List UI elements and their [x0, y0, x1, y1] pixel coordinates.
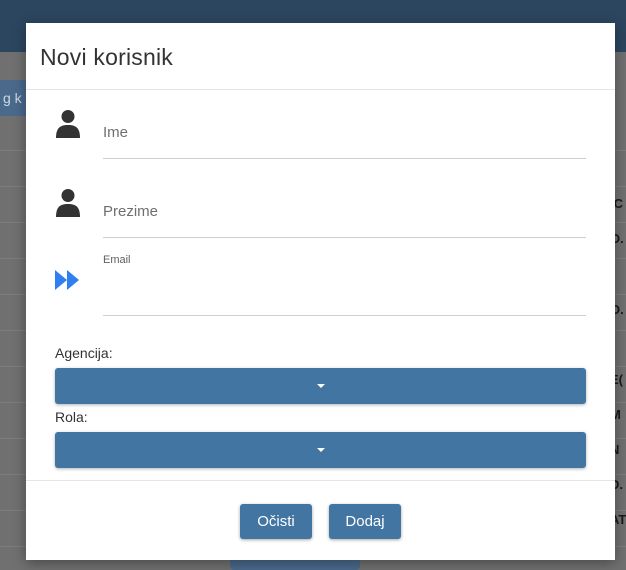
modal-title: Novi korisnik: [40, 44, 173, 70]
role-select[interactable]: [55, 432, 586, 468]
modal-footer: Očisti Dodaj: [26, 480, 615, 560]
caret-down-icon: [316, 448, 325, 452]
first-name-field: Ime: [55, 107, 586, 159]
first-name-underline: [103, 158, 586, 159]
add-button[interactable]: Dodaj: [329, 504, 401, 539]
caret-down-icon: [316, 384, 325, 388]
agency-label: Agencija:: [55, 345, 113, 361]
last-name-underline: [103, 237, 586, 238]
last-name-input[interactable]: [103, 200, 586, 222]
first-name-input[interactable]: [103, 121, 586, 143]
email-label: Email: [103, 254, 131, 266]
search-fragment: g k: [3, 90, 22, 106]
double-chevron-right-icon: [55, 270, 79, 290]
email-underline: [103, 315, 586, 316]
last-name-field: Prezime: [55, 186, 586, 238]
clear-button[interactable]: Očisti: [240, 504, 312, 539]
agency-select[interactable]: [55, 368, 586, 404]
user-icon: [56, 110, 80, 138]
new-user-modal: Novi korisnik Ime Prezime Email Agencija…: [26, 23, 615, 560]
email-input[interactable]: [103, 283, 586, 307]
user-icon: [56, 189, 80, 217]
modal-header: Novi korisnik: [26, 23, 615, 90]
email-field: Email: [55, 251, 586, 317]
role-label: Rola:: [55, 409, 88, 425]
